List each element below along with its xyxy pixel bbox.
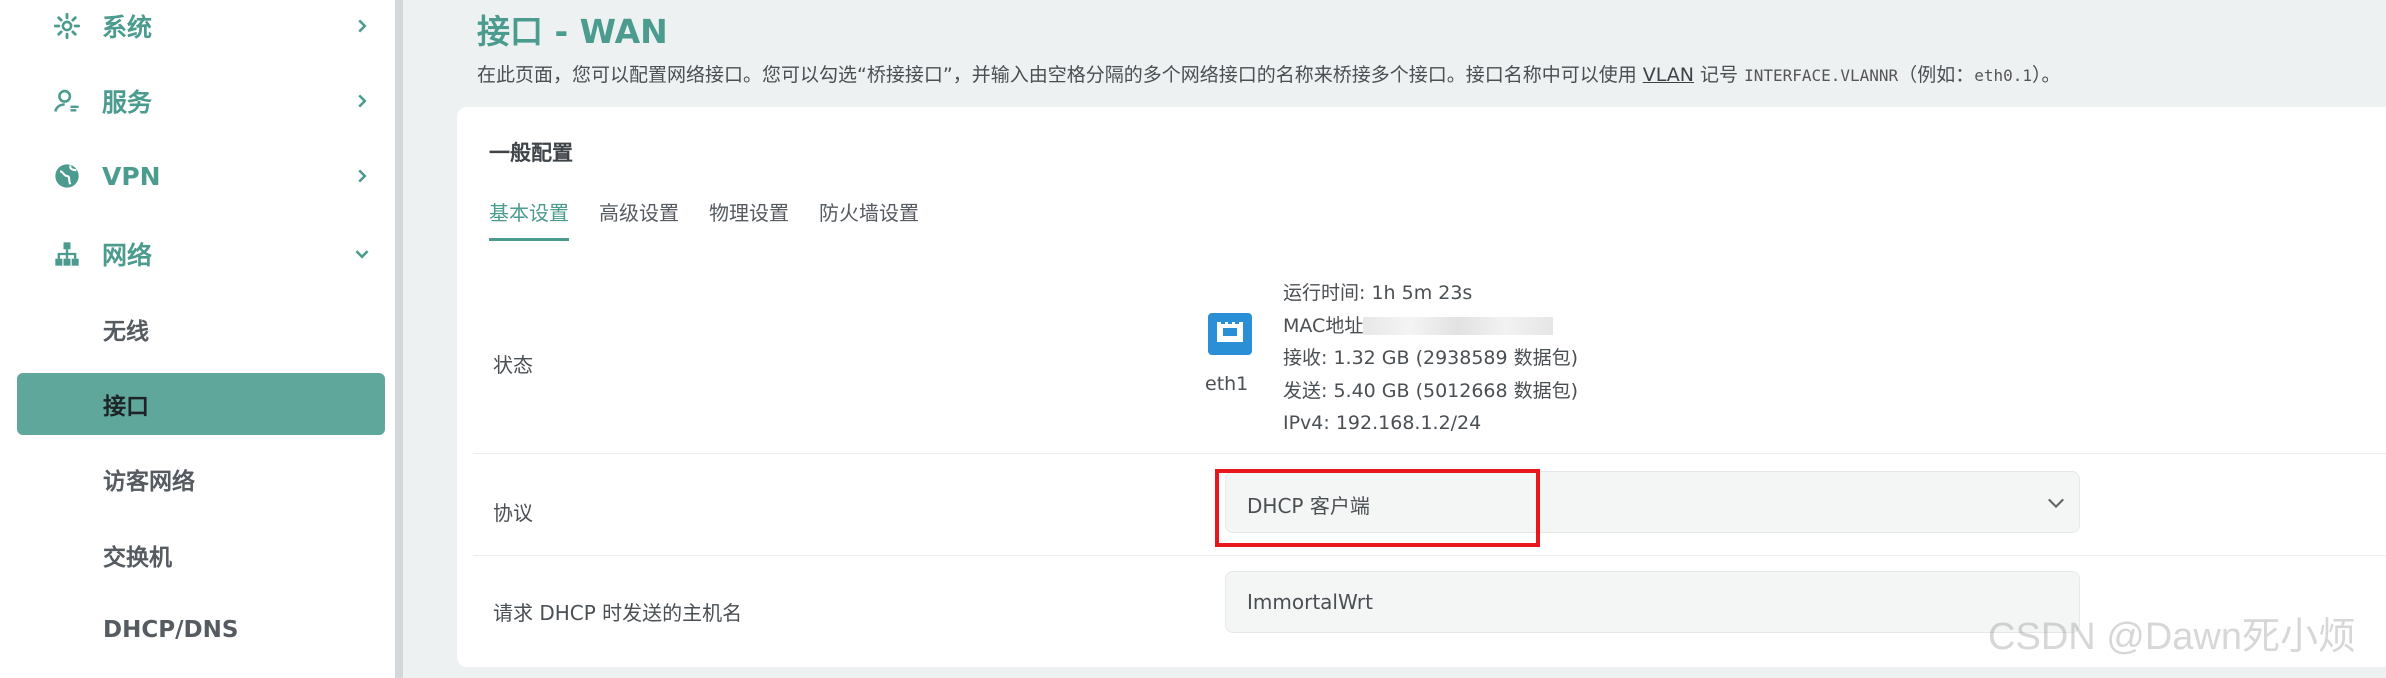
globe-icon <box>52 161 82 191</box>
tab-firewall-settings[interactable]: 防火墙设置 <box>819 197 919 241</box>
section-title: 一般配置 <box>489 141 573 165</box>
sidebar: 系统 服务 VPN 网络 无线 接口 访客网络 交换机 DHCP/DNS <box>0 0 403 678</box>
main-content: 接口 - WAN 在此页面，您可以配置网络接口。您可以勾选“桥接接口”，并输入由… <box>411 0 2386 678</box>
hostname-label: 请求 DHCP 时发送的主机名 <box>493 601 743 625</box>
watermark: CSDN @Dawn死小烦 <box>1988 616 2356 658</box>
desc-text: ）。 <box>2032 64 2061 86</box>
chevron-down-icon <box>352 244 372 264</box>
desc-code: INTERFACE.VLANNR <box>1744 66 1899 85</box>
status-label: 状态 <box>493 353 533 377</box>
chevron-right-icon <box>352 91 372 111</box>
rx-stats: 接收: 1.32 GB (2938589 数据包) <box>1283 347 1579 369</box>
tab-bar: 基本设置 高级设置 物理设置 防火墙设置 <box>489 197 919 241</box>
hostname-input[interactable] <box>1226 572 2079 632</box>
vlan-link[interactable]: VLAN <box>1643 64 1694 86</box>
hostname-field[interactable] <box>1225 571 2080 633</box>
sidebar-item-label: 服务 <box>102 88 153 117</box>
sidebar-item-label: VPN <box>102 161 161 191</box>
chevron-down-icon <box>2047 494 2065 512</box>
tab-advanced-settings[interactable]: 高级设置 <box>599 197 679 241</box>
ethernet-port-icon <box>1207 312 1253 356</box>
sidebar-item-interfaces[interactable]: 接口 <box>17 373 385 435</box>
page-description: 在此页面，您可以配置网络接口。您可以勾选“桥接接口”，并输入由空格分隔的多个网络… <box>477 60 2061 87</box>
mac-label: MAC地址 <box>1283 314 1364 337</box>
network-icon <box>52 239 82 269</box>
gear-icon <box>52 11 82 41</box>
mac-row: MAC地址 <box>1283 310 1578 343</box>
sidebar-item-guest-network[interactable]: 访客网络 <box>17 448 385 510</box>
row-divider <box>473 555 2386 556</box>
sidebar-item-dhcp-dns[interactable]: DHCP/DNS <box>17 599 385 661</box>
desc-text: 记号 <box>1693 64 1745 86</box>
tx-stats: 发送: 5.40 GB (5012668 数据包) <box>1283 379 1579 402</box>
chevron-right-icon <box>352 16 372 36</box>
protocol-label: 协议 <box>493 501 533 525</box>
sidebar-item-network[interactable]: 网络 <box>52 224 372 284</box>
status-details: 运行时间: 1h 5m 23s MAC地址 接收: 1.32 GB (29385… <box>1283 277 1578 440</box>
row-divider <box>473 453 2386 454</box>
tab-basic-settings[interactable]: 基本设置 <box>489 197 569 241</box>
user-icon <box>52 86 82 116</box>
desc-code: eth0.1 <box>1974 66 2032 85</box>
chevron-right-icon <box>352 166 372 186</box>
sidebar-item-label: 网络 <box>102 241 153 270</box>
sidebar-item-services[interactable]: 服务 <box>52 71 372 131</box>
page-title: 接口 - WAN <box>477 12 668 51</box>
desc-text: （例如： <box>1898 64 1975 86</box>
sidebar-item-vpn[interactable]: VPN <box>52 146 372 206</box>
mac-redacted <box>1363 317 1554 335</box>
uptime: 运行时间: 1h 5m 23s <box>1283 282 1473 304</box>
desc-text: 在此页面，您可以配置网络接口。您可以勾选“桥接接口”，并输入由空格分隔的多个网络… <box>477 64 1643 86</box>
sidebar-item-label: 系统 <box>102 13 153 42</box>
sidebar-item-switch[interactable]: 交换机 <box>17 524 385 586</box>
ipv4-address: IPv4: 192.168.1.2/24 <box>1283 412 1482 434</box>
tab-physical-settings[interactable]: 物理设置 <box>709 197 789 241</box>
sidebar-item-system[interactable]: 系统 <box>52 0 372 56</box>
sidebar-item-wireless[interactable]: 无线 <box>17 298 385 360</box>
config-card: 一般配置 基本设置 高级设置 物理设置 防火墙设置 状态 eth1 运行时间: … <box>457 107 2386 667</box>
device-name: eth1 <box>1205 373 1249 395</box>
highlight-box <box>1215 469 1540 547</box>
